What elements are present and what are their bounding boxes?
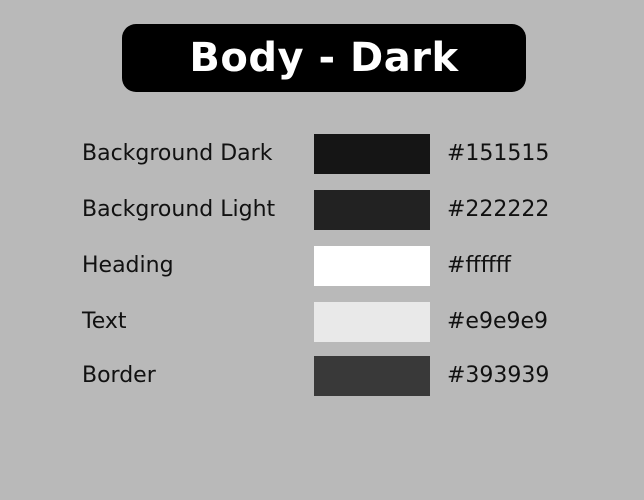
swatch-label: Background Dark xyxy=(82,141,273,166)
color-swatch xyxy=(314,356,430,396)
title-banner: Body - Dark xyxy=(122,24,526,92)
swatch-row-heading: Heading #ffffff xyxy=(0,246,644,286)
swatch-label: Background Light xyxy=(82,197,276,222)
swatch-label: Text xyxy=(82,309,127,334)
swatch-row-background-light: Background Light #222222 xyxy=(0,190,644,230)
swatch-hex-value: #222222 xyxy=(447,197,550,222)
color-swatch xyxy=(314,134,430,174)
swatch-row-text: Text #e9e9e9 xyxy=(0,302,644,342)
page-title: Body - Dark xyxy=(189,35,459,81)
swatch-label: Border xyxy=(82,363,156,388)
color-swatch xyxy=(314,246,430,286)
swatch-label: Heading xyxy=(82,253,174,278)
swatch-hex-value: #151515 xyxy=(447,141,550,166)
swatch-hex-value: #393939 xyxy=(447,363,550,388)
swatch-row-background-dark: Background Dark #151515 xyxy=(0,134,644,174)
swatch-row-border: Border #393939 xyxy=(0,356,644,396)
swatch-hex-value: #e9e9e9 xyxy=(447,309,549,334)
color-swatch xyxy=(314,302,430,342)
color-swatch xyxy=(314,190,430,230)
swatch-hex-value: #ffffff xyxy=(447,253,511,278)
